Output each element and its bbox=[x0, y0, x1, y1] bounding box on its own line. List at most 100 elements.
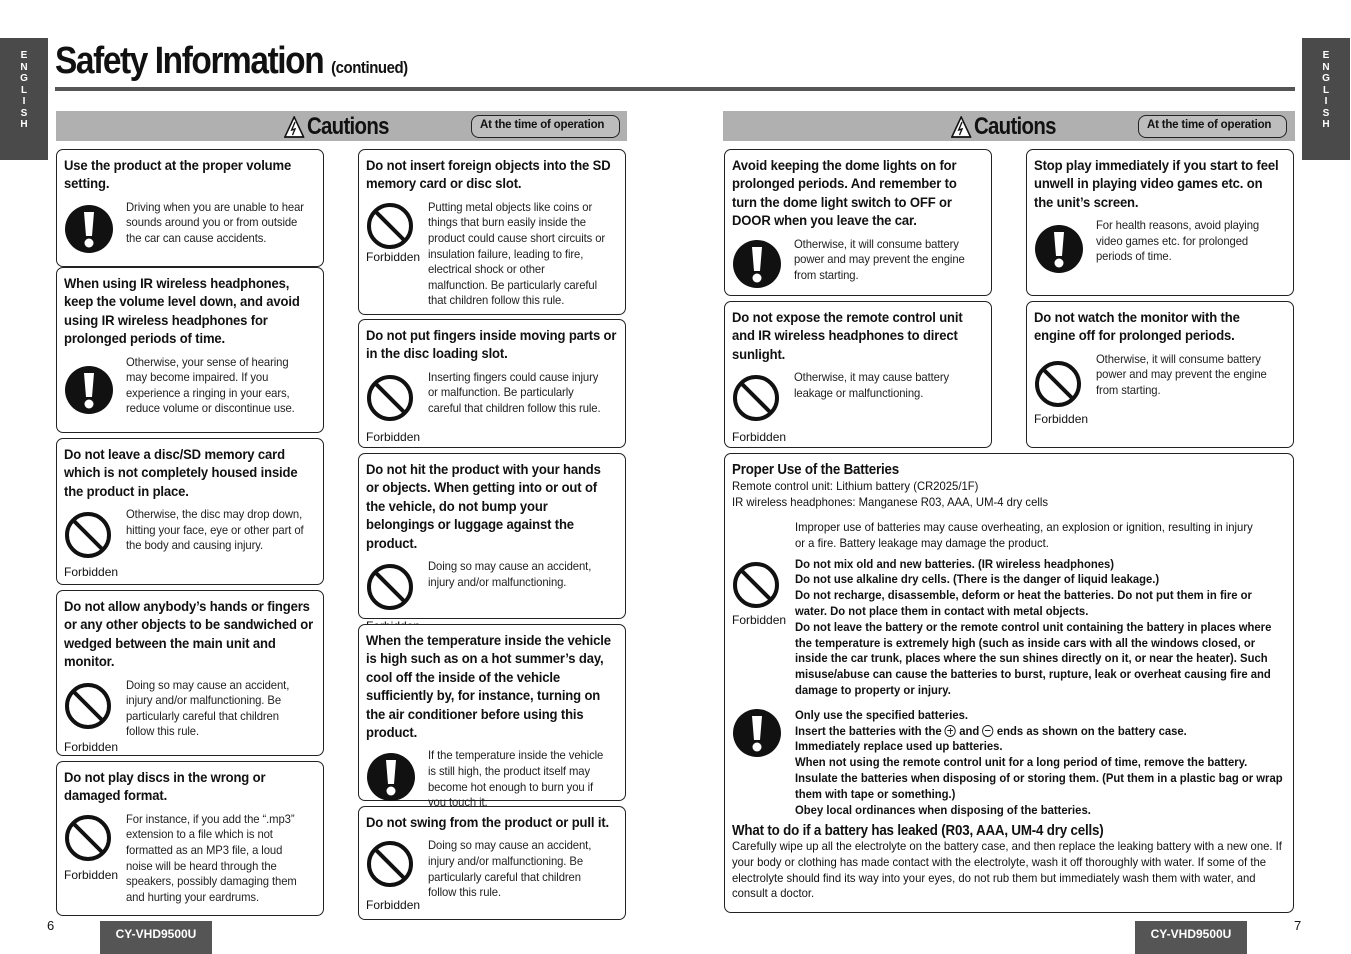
model-badge-left: CY-VHD9500U bbox=[100, 921, 212, 954]
icon-column bbox=[64, 200, 126, 254]
battery-forbidden-item: Do not use alkaline dry cells. (There is… bbox=[795, 572, 1160, 587]
caution-heading: Do not watch the monitor with the engine… bbox=[1034, 310, 1240, 345]
icon-column bbox=[732, 237, 794, 289]
forbidden-label: Forbidden bbox=[64, 739, 119, 754]
language-letter: S bbox=[1322, 107, 1330, 119]
caution-card: Do not swing from the product or pull it… bbox=[358, 806, 626, 920]
icon-column: Forbidden bbox=[366, 838, 428, 912]
battery-mandatory-item: Immediately replace used up batteries. bbox=[795, 739, 1003, 754]
forbidden-icon bbox=[733, 375, 779, 422]
caution-text: For health reasons, avoid playing video … bbox=[1096, 218, 1260, 264]
warning-triangle-icon bbox=[284, 116, 305, 138]
forbidden-label: Forbidden bbox=[366, 249, 421, 264]
icon-column: Forbidden bbox=[732, 370, 794, 444]
caution-text: Otherwise, it will consume battery power… bbox=[1096, 351, 1267, 397]
caution-heading: Use the product at the proper volume set… bbox=[64, 158, 292, 193]
caution-text: If the temperature inside the vehicle is… bbox=[428, 748, 604, 810]
caution-card: When using IR wireless headphones, keep … bbox=[56, 267, 324, 433]
cautions-label: Cautions bbox=[973, 113, 1057, 140]
caution-text: Doing so may cause an accident, injury a… bbox=[428, 838, 592, 900]
cautions-label: Cautions bbox=[306, 113, 390, 140]
caution-card: When the temperature inside the vehicle … bbox=[358, 624, 626, 809]
and-text: and bbox=[959, 723, 980, 738]
battery-mandatory-item: When not using the remote control unit f… bbox=[795, 755, 1248, 770]
title-suffix: (continued) bbox=[331, 58, 408, 77]
title-divider bbox=[55, 87, 1295, 91]
caution-card: Do not insert foreign objects into the S… bbox=[358, 149, 626, 315]
minus-terminal-icon bbox=[982, 724, 994, 737]
forbidden-label: Forbidden bbox=[64, 565, 119, 580]
forbidden-icon bbox=[367, 841, 413, 888]
warning-triangle-icon bbox=[951, 116, 972, 138]
caution-text: For instance, if you add the “.mp3” exte… bbox=[126, 811, 297, 904]
battery-type-line: Remote control unit: Lithium battery (CR… bbox=[732, 479, 979, 493]
ends-text: ends as shown on the battery case. bbox=[996, 723, 1187, 738]
forbidden-icon bbox=[65, 512, 111, 559]
language-letter: S bbox=[20, 107, 28, 119]
icon-column bbox=[366, 748, 428, 810]
plus-terminal-icon bbox=[944, 724, 957, 737]
battery-forbidden-item: Do not leave the battery or the remote c… bbox=[795, 619, 1272, 697]
caution-text: Inserting fingers could cause injury or … bbox=[428, 369, 601, 415]
language-letter: I bbox=[22, 96, 26, 107]
forbidden-icon bbox=[367, 564, 413, 611]
battery-forbidden-item: Do not mix old and new batteries. (IR wi… bbox=[795, 556, 1115, 571]
caution-heading: Stop play immediately if you start to fe… bbox=[1034, 158, 1279, 211]
language-letter: H bbox=[1322, 119, 1330, 130]
caution-card: Stop play immediately if you start to fe… bbox=[1026, 149, 1294, 296]
language-tab-left: ENGLISH bbox=[0, 38, 48, 160]
caution-card: Do not put fingers inside moving parts o… bbox=[358, 319, 626, 448]
forbidden-label: Forbidden bbox=[366, 429, 421, 444]
icon-column: Forbidden bbox=[366, 370, 428, 444]
batteries-heading: Proper Use of the Batteries bbox=[732, 462, 900, 478]
forbidden-icon bbox=[367, 202, 413, 249]
caution-text: Driving when you are unable to hear soun… bbox=[126, 199, 304, 245]
caution-card: Use the product at the proper volume set… bbox=[56, 149, 324, 267]
caution-card: Do not hit the product with your hands o… bbox=[358, 453, 626, 633]
icon-column: Forbidden bbox=[1034, 352, 1096, 426]
battery-type-line: IR wireless headphones: Manganese R03, A… bbox=[732, 495, 1049, 509]
insert-text: Insert the batteries with the bbox=[795, 723, 942, 738]
forbidden-icon bbox=[65, 682, 111, 729]
language-letter: G bbox=[1322, 73, 1330, 84]
icon-column: Forbidden bbox=[366, 559, 428, 633]
language-letter: E bbox=[1322, 50, 1330, 61]
language-letter: N bbox=[1322, 61, 1330, 73]
language-letter: H bbox=[20, 119, 28, 130]
caution-heading: Do not play discs in the wrong or damage… bbox=[64, 770, 266, 805]
forbidden-icon bbox=[65, 814, 111, 861]
forbidden-label: Forbidden bbox=[366, 898, 421, 913]
batteries-section: Proper Use of the Batteries Remote contr… bbox=[724, 453, 1294, 913]
forbidden-icon bbox=[1035, 360, 1081, 407]
icon-column bbox=[1034, 218, 1096, 274]
battery-mandatory-item: Insulate the batteries when disposing of… bbox=[795, 770, 1283, 801]
battery-mandatory-item: Only use the specified batteries. bbox=[795, 707, 969, 722]
cautions-heading: Cautions bbox=[951, 113, 1056, 141]
cautions-band-right: Cautions At the time of operation bbox=[723, 111, 1295, 141]
language-letter: G bbox=[20, 73, 28, 84]
forbidden-label: Forbidden bbox=[732, 430, 787, 445]
operation-badge: At the time of operation bbox=[471, 115, 620, 138]
operation-badge: At the time of operation bbox=[1138, 115, 1287, 138]
language-letter: L bbox=[1322, 84, 1330, 96]
forbidden-icon bbox=[733, 561, 779, 608]
forbidden-icon bbox=[367, 374, 413, 421]
caution-heading: Do not swing from the product or pull it… bbox=[366, 815, 610, 831]
battery-forbidden-item: Do not recharge, disassemble, deform or … bbox=[795, 588, 1252, 618]
page-number-right: 7 bbox=[1294, 918, 1302, 933]
language-letter: N bbox=[20, 61, 28, 73]
caution-text: Otherwise, the disc may drop down, hitti… bbox=[126, 507, 304, 553]
leak-heading: What to do if a battery has leaked (R03,… bbox=[732, 823, 1104, 840]
mandatory-icon bbox=[1035, 225, 1083, 274]
forbidden-label: Forbidden bbox=[732, 612, 787, 627]
icon-column: Forbidden bbox=[366, 200, 428, 309]
caution-card: Avoid keeping the dome lights on for pro… bbox=[724, 149, 992, 296]
caution-card: Do not allow anybody’s hands or fingers … bbox=[56, 590, 324, 756]
caution-text: Otherwise, it may cause battery leakage … bbox=[794, 370, 950, 400]
page-number-left: 6 bbox=[47, 918, 55, 933]
caution-text: Doing so may cause an accident, injury a… bbox=[126, 677, 290, 739]
mandatory-icon bbox=[367, 753, 415, 802]
caution-heading: Do not expose the remote control unit an… bbox=[732, 310, 963, 363]
caution-heading: Avoid keeping the dome lights on for pro… bbox=[732, 158, 957, 230]
caution-heading: Do not leave a disc/SD memory card which… bbox=[64, 447, 298, 500]
